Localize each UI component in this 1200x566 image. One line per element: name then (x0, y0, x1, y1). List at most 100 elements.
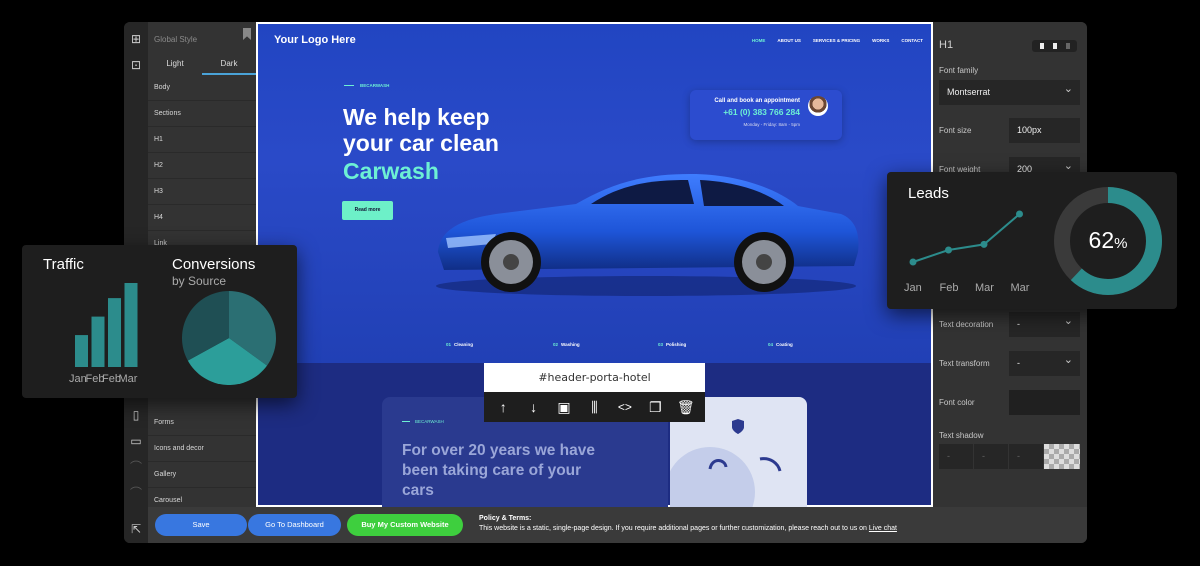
traffic-x-label: Jan (69, 373, 87, 385)
leads-x-label: Feb (939, 282, 959, 294)
image-icon[interactable]: ▣ (554, 399, 574, 416)
theme-tabs: Light Dark (148, 55, 256, 75)
panel-title: Global Style (154, 35, 198, 44)
text-decoration-label: Text decoration (939, 320, 994, 329)
bookmark-icon[interactable] (243, 28, 251, 40)
toggle-option-icon (1040, 43, 1044, 49)
nav-contact[interactable]: CONTACT (901, 38, 923, 43)
conversions-title: Conversions (172, 256, 256, 273)
headline-line-1: We help keep (343, 104, 490, 130)
text-decoration-select[interactable]: - (1009, 309, 1080, 337)
traffic-bar-chart (75, 283, 138, 367)
hero-section[interactable]: Your Logo Here HOME ABOUT US SERVICES & … (256, 22, 933, 363)
leads-line (912, 213, 1021, 263)
font-size-label: Font size (939, 126, 972, 135)
call-box: Call and book an appointment +61 (0) 383… (690, 90, 842, 140)
site-logo[interactable]: Your Logo Here (274, 34, 356, 46)
leads-x-label: Mar (1010, 282, 1030, 294)
add-page-icon[interactable]: ⊞ (129, 32, 143, 46)
leads-x-label: Mar (975, 282, 994, 294)
toggle-option-icon (1066, 43, 1070, 49)
nav-home[interactable]: HOME (752, 38, 766, 43)
style-item-gallery[interactable]: Gallery (148, 462, 256, 488)
headline-line-2: your car clean (343, 130, 499, 156)
device-toggle[interactable] (1032, 40, 1077, 52)
tab-dark[interactable]: Dark (202, 55, 256, 75)
bottom-bar: Save Go To Dashboard Buy My Custom Websi… (148, 507, 1087, 543)
mobile-view-icon[interactable]: ▯ (129, 408, 143, 422)
style-item-body[interactable]: Body (148, 75, 256, 101)
call-phone[interactable]: +61 (0) 383 766 284 (723, 107, 800, 117)
step-cleaning[interactable]: 01 Cleaning (446, 342, 473, 347)
style-item-h3[interactable]: H3 (148, 179, 256, 205)
element-label: H1 (939, 39, 954, 51)
step-num: 01 (446, 342, 452, 347)
leads-widget: Leads 62% Jan Feb Mar Mar (887, 172, 1177, 309)
dashboard-button[interactable]: Go To Dashboard (248, 514, 341, 536)
shadow-blur-input[interactable]: - (1009, 444, 1043, 469)
style-item-sections[interactable]: Sections (148, 101, 256, 127)
leads-point (945, 246, 952, 254)
step-num: 03 (658, 342, 664, 347)
traffic-title: Traffic (43, 256, 84, 273)
policy-title: Policy & Terms: (479, 515, 532, 522)
leads-line-chart (909, 210, 1023, 266)
arrow-down-icon[interactable]: ↓ (524, 399, 544, 415)
tab-light[interactable]: Light (148, 55, 202, 75)
shadow-x-input[interactable]: - (939, 444, 973, 469)
donut-value: 62% (1052, 227, 1164, 254)
read-more-button[interactable]: Read more (342, 201, 393, 220)
text-transform-label: Text transform (939, 359, 990, 368)
arrow-up-icon[interactable]: ↑ (493, 399, 513, 415)
redo-icon[interactable]: ⌒ (129, 486, 143, 500)
open-external-icon[interactable]: ⇱ (129, 522, 143, 536)
page-canvas: Your Logo Here HOME ABOUT US SERVICES & … (256, 22, 933, 507)
nav-about[interactable]: ABOUT US (777, 38, 801, 43)
desktop-view-icon[interactable]: ▭ (129, 434, 143, 448)
style-item-forms[interactable]: Forms (148, 410, 256, 436)
duplicate-icon[interactable]: ❐ (645, 399, 665, 416)
leads-point (1016, 210, 1023, 218)
font-size-input[interactable]: 100px (1009, 118, 1080, 143)
save-button[interactable]: Save (155, 514, 247, 536)
font-family-select[interactable]: Montserrat (939, 77, 1080, 105)
shadow-y-input[interactable]: - (974, 444, 1008, 469)
style-item-h2[interactable]: H2 (148, 153, 256, 179)
code-icon[interactable]: <> (615, 400, 635, 414)
step-label: Coating (776, 342, 793, 347)
text-shadow-label: Text shadow (939, 431, 984, 440)
policy-text: Policy & Terms: This website is a static… (479, 515, 897, 532)
about-text: For over 20 years we have been taking ca… (402, 442, 596, 499)
shadow-color-swatch[interactable] (1044, 444, 1080, 469)
call-title: Call and book an appointment (714, 98, 800, 104)
font-color-label: Font color (939, 398, 975, 407)
step-label: Polishing (666, 342, 687, 347)
add-section-icon[interactable]: ⊡ (129, 58, 143, 72)
donut-unit: % (1114, 235, 1128, 252)
step-label: Cleaning (454, 342, 474, 347)
call-hours: Monday - Friday: 8am - 5pm (743, 122, 800, 127)
trash-icon[interactable]: 🗑 (676, 399, 696, 416)
font-color-swatch[interactable] (1009, 390, 1080, 415)
nav-services[interactable]: SERVICES & PRICING (813, 38, 860, 43)
buy-website-button[interactable]: Buy My Custom Website (347, 514, 463, 536)
step-label: Washing (561, 342, 580, 347)
text-transform-select[interactable]: - (1009, 348, 1080, 376)
style-item-icons[interactable]: Icons and decor (148, 436, 256, 462)
nav-works[interactable]: WORKS (872, 38, 889, 43)
sliders-icon[interactable]: ⫼ (584, 399, 604, 416)
leads-point (980, 240, 988, 248)
step-coating[interactable]: 04 Coating (768, 342, 793, 347)
site-nav: HOME ABOUT US SERVICES & PRICING WORKS C… (752, 38, 923, 43)
live-chat-link[interactable]: Live chat (869, 525, 897, 532)
selected-element-id: #header-porta-hotel (484, 363, 705, 392)
toggle-option-icon (1053, 43, 1057, 49)
traffic-widget: Traffic Conversions by Source Jan Feb Feb M… (22, 245, 297, 398)
step-num: 04 (768, 342, 774, 347)
style-item-h4[interactable]: H4 (148, 205, 256, 231)
avatar (808, 96, 828, 116)
step-polishing[interactable]: 03 Polishing (658, 342, 686, 347)
style-item-h1[interactable]: H1 (148, 127, 256, 153)
step-washing[interactable]: 02 Washing (553, 342, 580, 347)
undo-icon[interactable]: ⌒ (129, 460, 143, 474)
